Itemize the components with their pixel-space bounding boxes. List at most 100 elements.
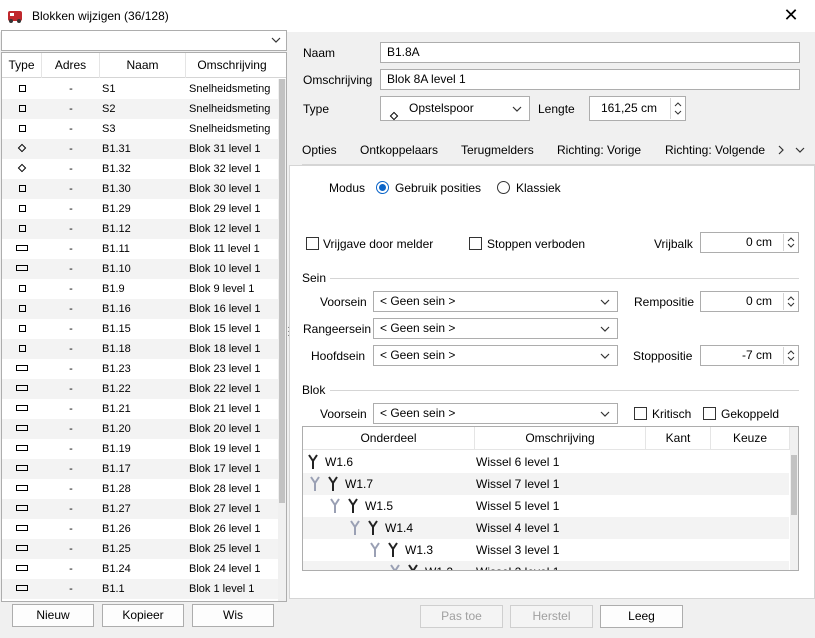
col-kant-header[interactable]: Kant	[646, 427, 711, 450]
table-row[interactable]: W1.5 Wissel 5 level 1	[303, 495, 789, 517]
chevron-down-icon[interactable]	[794, 145, 806, 155]
list-item[interactable]: - B1.22 Blok 22 level 1	[2, 379, 278, 399]
vrijgave-checkbox[interactable]	[306, 237, 319, 250]
stoppen-label[interactable]: Stoppen verboden	[487, 237, 585, 251]
col-type-header[interactable]: Type	[2, 53, 42, 78]
lengte-input[interactable]: 161,25 cm	[589, 96, 686, 121]
herstel-button[interactable]: Herstel	[510, 605, 593, 628]
list-item[interactable]: - B1.27 Blok 27 level 1	[2, 499, 278, 519]
voorsein-value: < Geen sein >	[380, 294, 456, 308]
list-item[interactable]: - B1.29 Blok 29 level 1	[2, 199, 278, 219]
list-item[interactable]: - B1.18 Blok 18 level 1	[2, 339, 278, 359]
filter-combo[interactable]	[1, 30, 287, 51]
gekoppeld-checkbox[interactable]	[703, 407, 716, 420]
radio-gebruik-posities[interactable]	[376, 181, 389, 194]
list-item[interactable]: - B1.25 Blok 25 level 1	[2, 539, 278, 559]
list-item[interactable]: - B1.21 Blok 21 level 1	[2, 399, 278, 419]
voorsein-select[interactable]: < Geen sein >	[373, 291, 618, 312]
list-scrollbar[interactable]	[278, 79, 286, 601]
list-item[interactable]: - B1.31 Blok 31 level 1	[2, 139, 278, 159]
list-item[interactable]: - B1.17 Blok 17 level 1	[2, 459, 278, 479]
stoppen-checkbox[interactable]	[469, 237, 482, 250]
blok-table[interactable]: Onderdeel Omschrijving Kant Keuze W1.6 Wi…	[302, 426, 799, 571]
omschrijving-input[interactable]: Blok 8A level 1	[380, 69, 800, 90]
list-item[interactable]: - B1.11 Blok 11 level 1	[2, 239, 278, 259]
list-item[interactable]: - B1.30 Blok 30 level 1	[2, 179, 278, 199]
tab-ontkoppelaars[interactable]: Ontkoppelaars	[360, 143, 438, 161]
rempositie-input[interactable]: 0 cm	[700, 291, 799, 312]
kritisch-label[interactable]: Kritisch	[652, 407, 691, 421]
list-item[interactable]: - B1.28 Blok 28 level 1	[2, 479, 278, 499]
list-item[interactable]: - S1 Snelheidsmeting	[2, 79, 278, 99]
table-row[interactable]: W1.2 Wissel 2 level 1	[303, 561, 789, 570]
tab-richting-vorige[interactable]: Richting: Vorige	[544, 143, 654, 167]
table-row[interactable]: W1.4 Wissel 4 level 1	[303, 517, 789, 539]
chevron-right-icon[interactable]	[776, 144, 786, 156]
scrollbar-thumb[interactable]	[791, 455, 797, 515]
list-item[interactable]: - B1.23 Blok 23 level 1	[2, 359, 278, 379]
radio-klassiek[interactable]	[497, 181, 510, 194]
table-row[interactable]: W1.3 Wissel 3 level 1	[303, 539, 789, 561]
list-item[interactable]: - B1.9 Blok 9 level 1	[2, 279, 278, 299]
type-cell	[2, 339, 42, 359]
col-omschrijving-header[interactable]: Omschrijving	[186, 53, 278, 78]
stoppositie-spinner[interactable]	[783, 347, 797, 364]
list-item[interactable]: - B1.15 Blok 15 level 1	[2, 319, 278, 339]
gekoppeld-label[interactable]: Gekoppeld	[721, 407, 779, 421]
list-item[interactable]: - B1.24 Blok 24 level 1	[2, 559, 278, 579]
rempositie-value: 0 cm	[745, 294, 772, 308]
omschrijving-cell: Snelheidsmeting	[189, 103, 271, 115]
table-row[interactable]: W1.7 Wissel 7 level 1	[303, 473, 789, 495]
nieuw-button[interactable]: Nieuw	[12, 604, 94, 627]
col-keuze-header[interactable]: Keuze	[711, 427, 790, 450]
col-naam-header[interactable]: Naam	[100, 53, 186, 78]
blok-voorsein-select[interactable]: < Geen sein >	[373, 403, 618, 424]
col-adres-header[interactable]: Adres	[42, 53, 100, 78]
klassiek-label[interactable]: Klassiek	[516, 181, 561, 195]
switch-ghost-icon	[330, 498, 340, 513]
vrijgave-label[interactable]: Vrijgave door melder	[323, 237, 433, 251]
modus-label: Modus	[329, 181, 366, 195]
tab-richting-volgende[interactable]: Richting: Volgende	[665, 143, 765, 161]
gebruik-posities-label[interactable]: Gebruik posities	[395, 181, 481, 195]
wis-button[interactable]: Wis	[192, 604, 274, 627]
vrijbalk-input[interactable]: 0 cm	[700, 232, 799, 253]
leeg-button[interactable]: Leeg	[600, 605, 683, 628]
rangeersein-select[interactable]: < Geen sein >	[373, 318, 618, 339]
col-omschrijving-header[interactable]: Omschrijving	[475, 427, 646, 450]
scrollbar-thumb[interactable]	[279, 79, 285, 503]
kopieer-button[interactable]: Kopieer	[102, 604, 184, 627]
rangeersein-label: Rangeersein	[303, 322, 372, 336]
close-icon[interactable]: ✕	[781, 5, 801, 25]
list-item[interactable]: - B1.16 Blok 16 level 1	[2, 299, 278, 319]
adres-cell: -	[69, 383, 73, 395]
omschrijving-cell: Blok 18 level 1	[189, 343, 261, 355]
pas-toe-button[interactable]: Pas toe	[420, 605, 503, 628]
tab-terugmelders[interactable]: Terugmelders	[461, 143, 534, 161]
list-item[interactable]: - S3 Snelheidsmeting	[2, 119, 278, 139]
list-item[interactable]: - B1.32 Blok 32 level 1	[2, 159, 278, 179]
tab-opties[interactable]: Opties	[302, 143, 337, 161]
omschrijving-label: Omschrijving	[303, 73, 373, 87]
rempositie-spinner[interactable]	[783, 293, 797, 310]
type-select[interactable]: Opstelspoor	[380, 96, 530, 121]
blok-table-scrollbar[interactable]	[790, 427, 798, 570]
stoppositie-input[interactable]: -7 cm	[700, 345, 799, 366]
list-item[interactable]: - B1.20 Blok 20 level 1	[2, 419, 278, 439]
list-item[interactable]: - S2 Snelheidsmeting	[2, 99, 278, 119]
naam-cell: B1.12	[102, 223, 131, 235]
col-onderdeel-header[interactable]: Onderdeel	[303, 427, 475, 450]
hoofdsein-select[interactable]: < Geen sein >	[373, 345, 618, 366]
type-cell	[2, 499, 42, 519]
list-item[interactable]: - B1.1 Blok 1 level 1	[2, 579, 278, 599]
table-row[interactable]: W1.6 Wissel 6 level 1	[303, 451, 789, 473]
list-item[interactable]: - B1.19 Blok 19 level 1	[2, 439, 278, 459]
lengte-spinner[interactable]	[670, 98, 684, 119]
block-list[interactable]: Type Adres Naam Omschrijving - S1 Snelheid…	[1, 52, 287, 602]
list-item[interactable]: - B1.10 Blok 10 level 1	[2, 259, 278, 279]
naam-input[interactable]: B1.8A	[380, 42, 800, 63]
list-item[interactable]: - B1.12 Blok 12 level 1	[2, 219, 278, 239]
kritisch-checkbox[interactable]	[634, 407, 647, 420]
list-item[interactable]: - B1.26 Blok 26 level 1	[2, 519, 278, 539]
vrijbalk-spinner[interactable]	[783, 234, 797, 251]
